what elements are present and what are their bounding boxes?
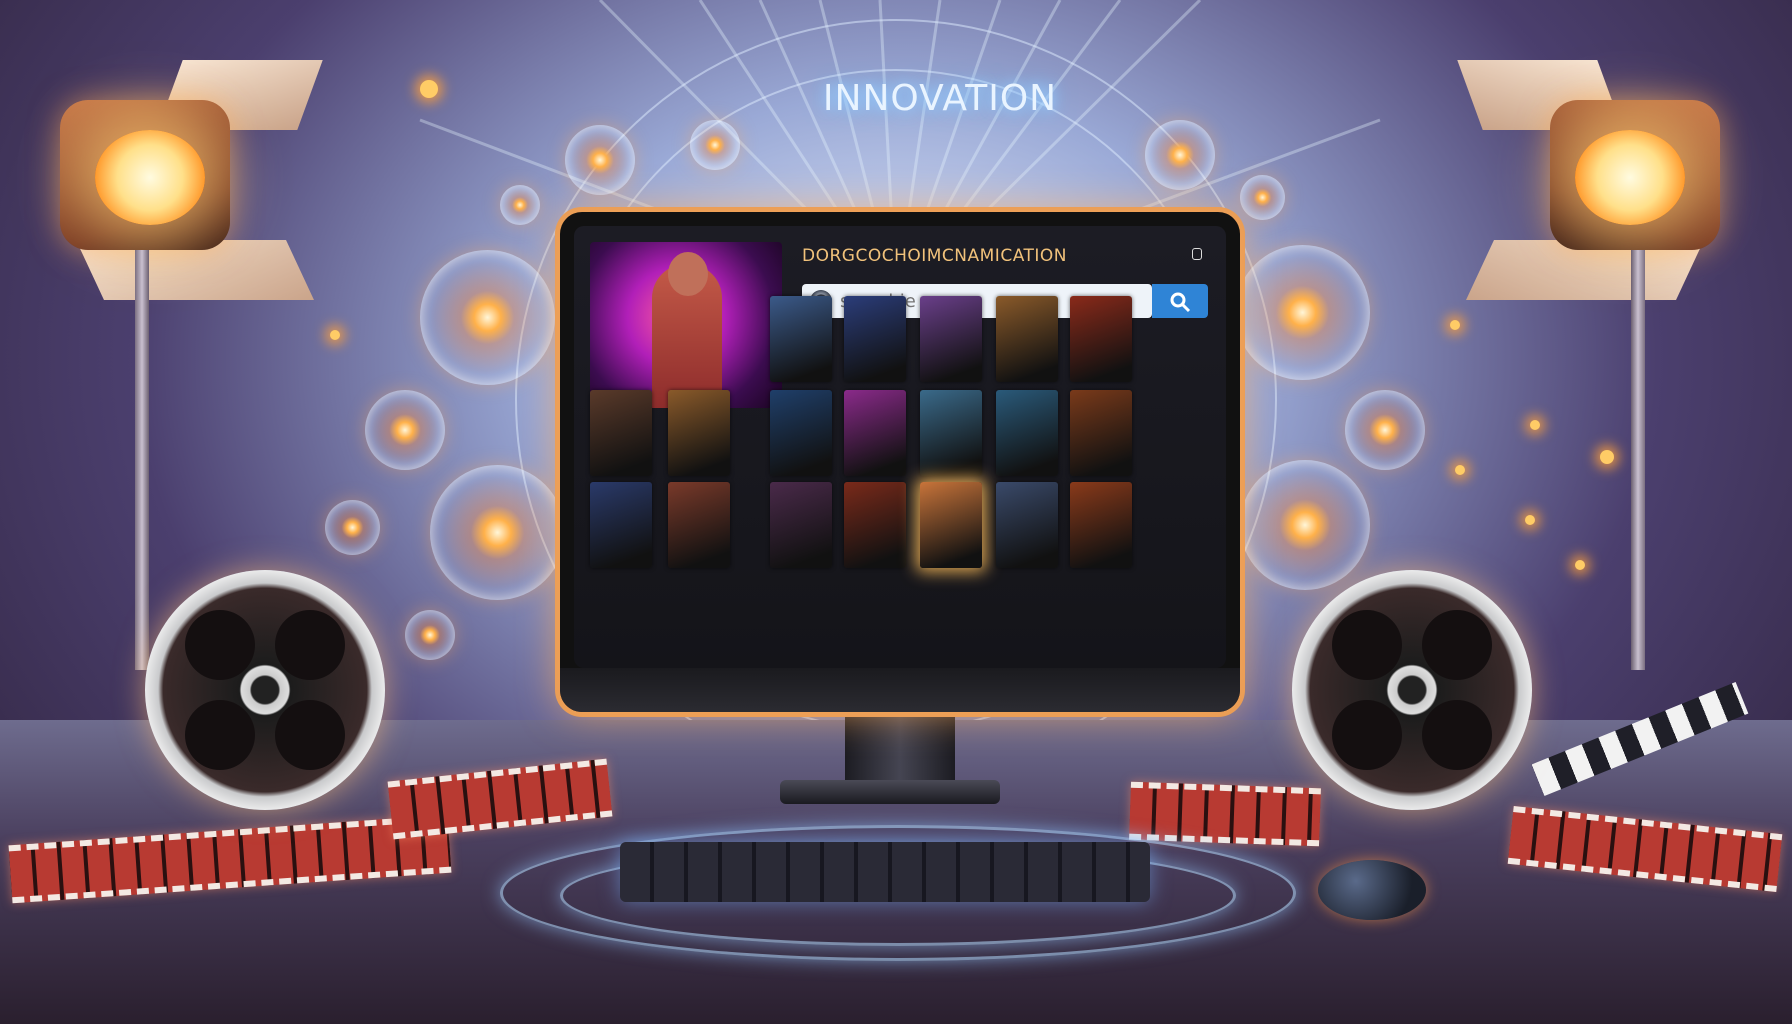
glow-bubble xyxy=(405,610,455,660)
featured-movie-poster[interactable] xyxy=(590,242,782,408)
movie-poster[interactable] xyxy=(844,390,906,476)
monitor-base xyxy=(780,780,1000,804)
movie-poster[interactable] xyxy=(668,482,730,568)
reel-hole xyxy=(1422,700,1492,770)
glow-bubble xyxy=(365,390,445,470)
reel-hole xyxy=(1332,610,1402,680)
glow-bubble xyxy=(325,500,380,555)
spark xyxy=(1600,450,1614,464)
reel-hole xyxy=(185,610,255,680)
movie-poster[interactable] xyxy=(844,296,906,382)
glow-bubble xyxy=(420,250,555,385)
glow-bubble xyxy=(500,185,540,225)
monitor-chin xyxy=(560,668,1240,712)
film-strip xyxy=(1129,781,1321,847)
spark xyxy=(1450,320,1460,330)
monitor-neck xyxy=(845,712,955,782)
movie-poster[interactable] xyxy=(920,296,982,382)
spark xyxy=(1525,515,1535,525)
glow-bubble xyxy=(690,120,740,170)
spark xyxy=(330,330,340,340)
movie-poster[interactable] xyxy=(770,296,832,382)
spark xyxy=(1575,560,1585,570)
glow-bubble xyxy=(1240,175,1285,220)
spotlight-stand xyxy=(1631,250,1645,670)
movie-poster[interactable] xyxy=(770,390,832,476)
keyboard[interactable] xyxy=(620,842,1150,902)
glow-bubble xyxy=(1235,245,1370,380)
movie-poster[interactable] xyxy=(996,390,1058,476)
menu-icon[interactable] xyxy=(1192,248,1202,260)
left-spotlight xyxy=(20,60,323,670)
movie-poster[interactable] xyxy=(590,390,652,476)
search-icon xyxy=(1170,292,1191,313)
reel-hole xyxy=(1332,700,1402,770)
movie-poster[interactable] xyxy=(996,296,1058,382)
movie-poster[interactable] xyxy=(844,482,906,568)
glow-bubble xyxy=(430,465,565,600)
mouse[interactable] xyxy=(1318,860,1426,920)
left-film-reel xyxy=(145,570,385,810)
reel-hole xyxy=(275,700,345,770)
spotlight-lens xyxy=(1575,130,1685,225)
screen: DORGCOCHOIMCNAMICATION xyxy=(574,226,1226,668)
monitor: DORGCOCHOIMCNAMICATION xyxy=(560,212,1240,712)
spotlight-stand xyxy=(135,250,149,670)
glow-bubble xyxy=(1345,390,1425,470)
movie-poster[interactable] xyxy=(1070,390,1132,476)
movie-poster[interactable] xyxy=(1070,482,1132,568)
spark xyxy=(1455,465,1465,475)
movie-poster[interactable] xyxy=(920,482,982,568)
hero-head xyxy=(668,252,708,296)
spark xyxy=(420,80,438,98)
movie-poster[interactable] xyxy=(668,390,730,476)
movie-poster[interactable] xyxy=(590,482,652,568)
search-button[interactable] xyxy=(1152,284,1208,318)
spotlight-lens xyxy=(95,130,205,225)
right-spotlight xyxy=(1457,60,1760,670)
movie-poster[interactable] xyxy=(996,482,1058,568)
spark xyxy=(1530,420,1540,430)
reel-hole xyxy=(275,610,345,680)
right-film-reel xyxy=(1292,570,1532,810)
app-title: DORGCOCHOIMCNAMICATION xyxy=(802,246,1067,266)
glow-bubble xyxy=(1145,120,1215,190)
glow-bubble xyxy=(1240,460,1370,590)
movie-poster[interactable] xyxy=(770,482,832,568)
innovation-headline: INNOVATION xyxy=(822,78,1058,119)
scene: INNOVATION DORGCOCHOIMCNAMICATION search… xyxy=(0,0,1792,1024)
reel-hole xyxy=(1422,610,1492,680)
movie-poster[interactable] xyxy=(1070,296,1132,382)
glow-bubble xyxy=(565,125,635,195)
reel-hole xyxy=(185,700,255,770)
movie-poster[interactable] xyxy=(920,390,982,476)
